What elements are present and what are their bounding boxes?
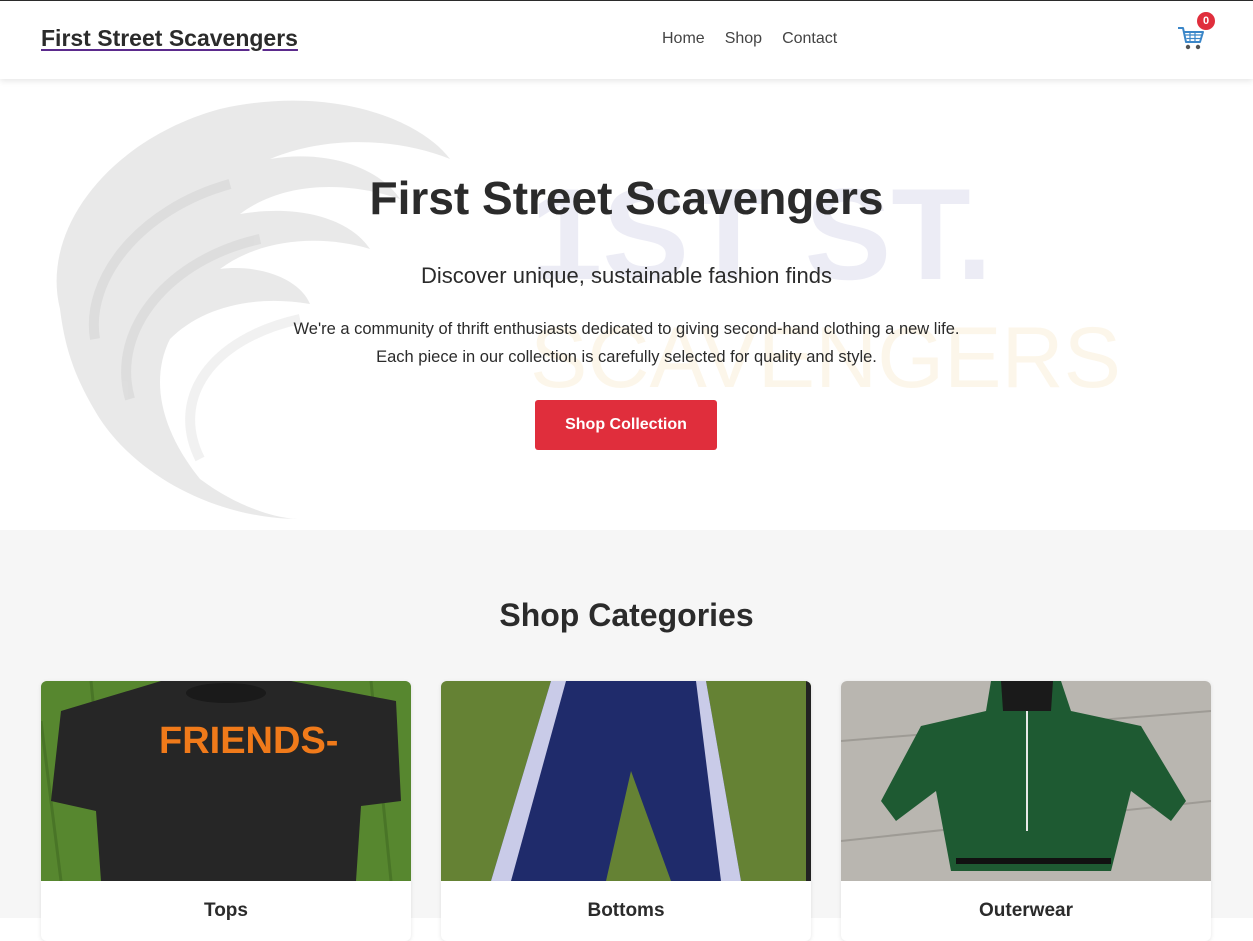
shop-collection-button[interactable]: Shop Collection (535, 400, 717, 450)
tops-print-text: FRIENDS- (159, 720, 338, 762)
hero-subtitle: Discover unique, sustainable fashion fin… (421, 263, 832, 288)
hero-description: We're a community of thrift enthusiasts … (293, 320, 960, 366)
bottoms-image (441, 681, 811, 881)
categories-title: Shop Categories (499, 597, 754, 633)
hero-section: 1ST ST. SCAVENGERS First Street Scavenge… (0, 79, 1253, 530)
tops-image: FRIENDS- (41, 681, 411, 881)
category-label-tops: Tops (204, 900, 248, 921)
category-label-bottoms: Bottoms (587, 900, 665, 921)
eagle-logo-watermark: 1ST ST. SCAVENGERS (56, 100, 1121, 520)
categories-section: Shop Categories FRIENDS- Tops Bottoms Ou… (0, 530, 1253, 941)
nav-shop[interactable]: Shop (725, 30, 762, 48)
category-card-bottoms[interactable]: Bottoms (441, 681, 811, 941)
category-card-outerwear[interactable]: Outerwear (841, 681, 1211, 941)
main-nav: Home Shop Contact (662, 30, 837, 48)
outerwear-image (841, 681, 1211, 881)
category-label-outerwear: Outerwear (979, 900, 1073, 921)
site-logo[interactable]: First Street Scavengers (41, 25, 298, 52)
hero-title: First Street Scavengers (369, 172, 884, 224)
cart-count-badge: 0 (1197, 12, 1215, 30)
category-card-tops[interactable]: FRIENDS- Tops (41, 681, 411, 941)
nav-contact[interactable]: Contact (782, 30, 837, 48)
cart-button[interactable]: 0 (1177, 12, 1215, 55)
nav-home[interactable]: Home (662, 30, 705, 48)
site-header: First Street Scavengers Home Shop Contac… (0, 0, 1253, 79)
